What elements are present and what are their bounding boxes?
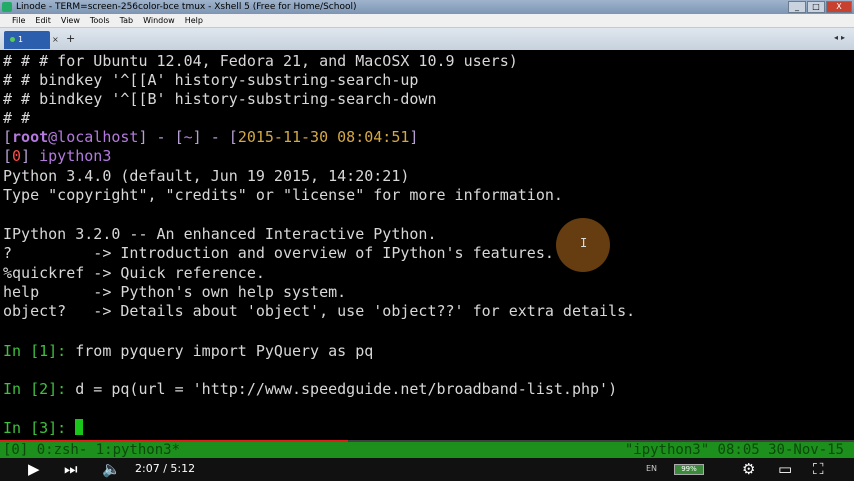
video-time: 2:07 / 5:12 [135,461,195,477]
prompt-datetime: 2015-11-30 08:04:51 [237,128,410,146]
menu-tools[interactable]: Tools [90,14,110,27]
menu-help[interactable]: Help [185,14,203,27]
minimize-button[interactable]: _ [788,1,806,13]
play-icon[interactable]: ▶ [28,459,40,479]
time-separator: / [159,462,171,475]
ipython-input-2: In [2]: d = pq(url = 'http://www.speedgu… [3,380,617,399]
menu-edit[interactable]: Edit [35,14,51,27]
prompt-user: root [12,128,49,146]
battery-indicator[interactable]: 99% [674,464,704,475]
theater-icon[interactable]: ▭ [778,459,792,479]
input-code: d = pq(url = 'http://www.speedguide.net/… [66,380,618,398]
window-controls: _ □ X [788,1,852,13]
tmux-window-list: [0] 0:zsh- 1:python3* [3,442,181,458]
output-line: Type "copyright", "credits" or "license"… [3,186,563,204]
terminal-line: # # bindkey '^[[B' history-substring-sea… [3,90,437,108]
xshell-app-icon [2,2,12,12]
tmux-status-bar: [0] 0:zsh- 1:python3* "ipython3" 08:05 3… [0,442,854,458]
command-text: ipython3 [39,147,112,165]
exit-status: 0 [12,147,22,165]
tab-close-icon[interactable]: × [52,35,59,44]
menu-file[interactable]: File [12,14,25,27]
input-prompt: In [2]: [3,380,67,398]
video-controls: ▶ ⏭ 🔈 2:07 / 5:12 EN 99% ⚙ ▭ ⛶ [0,458,854,481]
input-code: from pyquery import PyQuery as pq [66,342,374,360]
ipython-input-1: In [1]: from pyquery import PyQuery as p… [3,342,373,361]
ipython-input-3[interactable]: In [3]: [3,419,84,438]
menu-tab[interactable]: Tab [120,14,134,27]
output-line: %quickref -> Quick reference. [3,264,265,282]
input-prompt: In [1]: [3,342,67,360]
tab-scroll-arrows-icon[interactable]: ◂▸ [834,33,848,42]
next-icon[interactable]: ⏭ [64,459,78,479]
volume-icon[interactable]: 🔈 [102,459,121,479]
terminal-line: # # # for Ubuntu 12.04, Fedora 21, and M… [3,52,518,70]
current-time: 2:07 [135,462,160,475]
maximize-button[interactable]: □ [807,1,825,13]
terminal-area[interactable]: # # # for Ubuntu 12.04, Fedora 21, and M… [0,50,854,442]
language-indicator[interactable]: EN [646,464,657,473]
prompt-sep: - [201,128,229,146]
input-prompt: In [3]: [3,419,67,437]
input-code [66,419,75,437]
ibeam-cursor-icon: I [580,236,588,250]
prompt-dir: ~ [183,128,193,146]
menu-window[interactable]: Window [143,14,175,27]
terminal-line: # # bindkey '^[[A' history-substring-sea… [3,71,419,89]
new-tab-icon[interactable]: + [66,33,75,45]
prompt-sep: - [147,128,175,146]
tab-bar: 1 Linode × + ◂▸ [0,28,854,62]
duration: 5:12 [170,462,196,475]
terminal-line: # # [3,109,31,127]
close-button[interactable]: X [826,1,852,13]
output-line: help -> Python's own help system. [3,283,347,301]
output-line: ? -> Introduction and overview of IPytho… [3,244,554,262]
output-line: Python 3.4.0 (default, Jun 19 2015, 14:2… [3,167,410,185]
tmux-status-right: "ipython3" 08:05 30-Nov-15 [624,442,844,458]
menu-bar: File Edit View Tools Tab Window Help [0,14,854,28]
output-line: object? -> Details about 'object', use '… [3,302,636,320]
text-cursor [75,419,84,435]
connected-status-icon [10,37,15,42]
gear-icon[interactable]: ⚙ [742,459,755,479]
command-line: [0] ipython3 [3,147,112,165]
menu-view[interactable]: View [61,14,80,27]
tab-linode[interactable]: 1 Linode [4,31,50,62]
window-titlebar: Linode - TERM=screen-256color-bce tmux -… [0,0,854,14]
output-line: IPython 3.2.0 -- An enhanced Interactive… [3,225,437,243]
shell-prompt: [root@localhost] - [~] - [2015-11-30 08:… [3,128,419,146]
window-title: Linode - TERM=screen-256color-bce tmux -… [16,2,357,12]
fullscreen-icon[interactable]: ⛶ [813,459,824,479]
prompt-host: @localhost [48,128,139,146]
